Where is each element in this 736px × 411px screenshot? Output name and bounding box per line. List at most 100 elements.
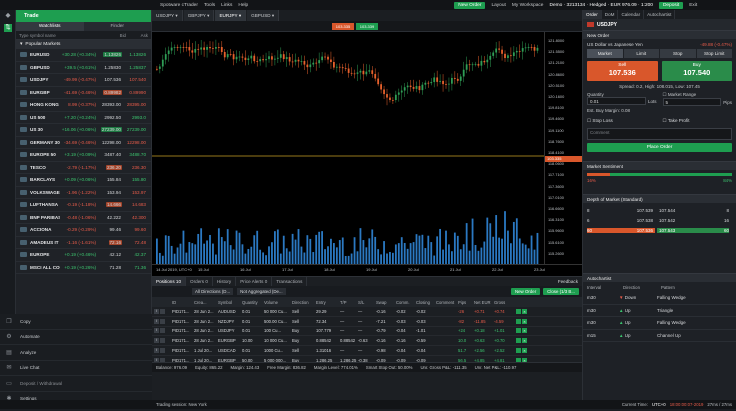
take-profit-toggle[interactable]: ☐ Take Profit <box>663 118 733 124</box>
tab-history[interactable]: History <box>213 276 237 287</box>
direction-filter[interactable]: All Directions (D... <box>192 288 234 295</box>
menu-help[interactable]: Help <box>238 3 248 8</box>
watchlist-row[interactable]: VOLKSWAGEN -1.96 (-1.22%) 153.94 153.97 <box>16 187 151 199</box>
menu-automate[interactable]: ⚙ Automate <box>0 330 152 345</box>
column-header[interactable]: Volume <box>264 300 292 305</box>
chart-tab-gbpjpy[interactable]: GBPJPY ▾ <box>183 10 215 21</box>
price-chart[interactable] <box>152 32 544 264</box>
column-header[interactable]: Gross <box>494 300 514 305</box>
edit-position-icon[interactable] <box>516 318 521 324</box>
market-range-input[interactable]: 5 <box>662 98 722 106</box>
autochartist-row[interactable]: m30 ▲ Up Triangle <box>583 305 736 317</box>
bid-price[interactable]: 2992.50 <box>100 115 122 120</box>
watchlist-row[interactable]: TESCO -2.79 (-1.17%) 236.20 236.30 <box>16 162 151 174</box>
watchlist-row[interactable]: GBPUSD +39.5 (+0.61%) 1.25830 1.25837 <box>16 62 151 74</box>
menu-links[interactable]: Links <box>221 3 232 8</box>
ask-price[interactable]: 2993.0 <box>126 115 148 120</box>
watchlist-row[interactable]: BNP PARIBAS -0.48 (-1.06%) 42.222 42.300 <box>16 212 151 224</box>
watchlist-row[interactable]: HONG KONG 50 8.99 (-0.37%) 28393.00 2839… <box>16 99 151 112</box>
order-type-market[interactable]: Market <box>587 49 623 58</box>
ask-price[interactable]: 28395.00 <box>126 102 148 107</box>
deposit-button[interactable]: Deposit <box>658 1 684 9</box>
ask-price[interactable]: 3488.70 <box>126 152 148 157</box>
ask-price[interactable]: 72.48 <box>126 240 148 245</box>
watchlist-row[interactable]: LUFTHANSA -0.19 (-1.18%) 14.666 14.683 <box>16 199 151 212</box>
new-order-section[interactable]: New Order <box>583 30 736 39</box>
ask-price[interactable]: 236.30 <box>126 165 148 170</box>
sell-button[interactable]: Sell 107.536 <box>587 61 658 81</box>
ask-price[interactable]: 27239.00 <box>126 127 148 132</box>
chart-tab-gbpusd[interactable]: GBPUSD ▾ <box>247 10 280 21</box>
tab-autochartist[interactable]: Autochartist <box>644 10 676 19</box>
edit-icon[interactable] <box>160 308 165 314</box>
symbol-search[interactable]: Type symbol name Bid Ask <box>16 31 151 40</box>
watchlist-row[interactable]: MSCI ALL COUN... +0.19 (+0.26%) 71.28 71… <box>16 262 151 274</box>
tab-dom[interactable]: DoM <box>602 10 619 19</box>
autochartist-row[interactable]: m30 ▲ Up Falling Wedge <box>583 317 736 330</box>
position-row[interactable]: i PID171... 28 Jun 2... AUDUSD 0.01 50 000 Cu… <box>152 307 582 317</box>
menu-copy[interactable]: ❐ Copy <box>0 314 152 330</box>
order-type-limit[interactable]: Limit <box>623 49 659 58</box>
watchlist-row[interactable]: ACCIONA -0.29 (-0.29%) 99.46 99.60 <box>16 224 151 237</box>
ask-price[interactable]: 99.60 <box>126 227 148 232</box>
tab-transactions[interactable]: Transactions <box>272 276 308 287</box>
column-header[interactable]: Net EUR <box>474 300 494 305</box>
exit-button[interactable]: Exit <box>689 3 697 8</box>
position-row[interactable]: i PID171... 28 Jun 2... USDJPY 0.01 100 Cu...… <box>152 326 582 337</box>
ask-price[interactable]: 14.683 <box>126 202 148 207</box>
edit-icon[interactable] <box>160 318 165 324</box>
place-order-button[interactable]: Place Order <box>587 143 732 152</box>
checkbox-icon[interactable]: ☐ <box>663 92 667 97</box>
popular-markets-group[interactable]: ▾ Popular Markets <box>16 40 151 49</box>
bid-price[interactable]: 3487.40 <box>100 152 122 157</box>
close-position-icon[interactable]: × <box>522 338 527 344</box>
bid-price[interactable]: 28393.00 <box>100 102 122 107</box>
watchlist-row[interactable]: US 30 +16.06 (+0.06%) 27239.00 27239.00 <box>16 124 151 137</box>
tab-order[interactable]: Order <box>583 10 602 19</box>
menu-live-chat[interactable]: ✉ Live Chat <box>0 361 152 376</box>
close-position-icon[interactable]: × <box>522 348 527 354</box>
chart-sell-button[interactable]: 103.335 <box>332 23 354 30</box>
bid-price[interactable]: 42.12 <box>100 252 122 257</box>
column-header[interactable]: T/P <box>340 300 358 305</box>
bid-price[interactable]: 12298.00 <box>100 140 122 145</box>
chart-tab-eurjpy[interactable]: EURJPY ▾ <box>215 10 247 21</box>
close-all-button[interactable]: Close (1/3 B... <box>543 288 579 295</box>
close-position-icon[interactable]: × <box>522 308 527 314</box>
edit-icon[interactable] <box>160 328 165 334</box>
layout-button[interactable]: Layout <box>491 3 505 8</box>
ask-price[interactable]: 155.80 <box>126 177 148 182</box>
watchlist-row[interactable]: EURUSD +30.28 (+0.34%) 1.13826 1.13826 <box>16 49 151 62</box>
tab-positions[interactable]: Positions 10 <box>152 276 187 287</box>
menu-analyze[interactable]: ▤ Analyze <box>0 345 152 361</box>
column-header[interactable]: Swap <box>376 300 396 305</box>
bid-price[interactable]: 71.28 <box>100 265 122 270</box>
chart-buy-button[interactable]: 103.339 <box>356 23 378 30</box>
top-new-order-button[interactable]: New Order <box>454 1 486 9</box>
price-axis[interactable]: 121.8000 121.5500 121.2100 120.8600 120.5100… <box>544 32 582 264</box>
watchlist-row[interactable]: BARCLAYS +0.09 (+0.06%) 155.84 155.80 <box>16 174 151 187</box>
column-header[interactable]: ID <box>172 300 194 305</box>
bid-price[interactable]: 72.16 <box>100 239 122 245</box>
order-type-stop[interactable]: Stop <box>660 49 696 58</box>
ask-price[interactable]: 107.540 <box>126 77 148 82</box>
tab-orders[interactable]: Orders 0 <box>186 276 213 287</box>
position-row[interactable]: i PID171... 28 Jun 2... NZDJPY 0.01 500.00 Cu… <box>152 316 582 327</box>
info-icon[interactable]: i <box>154 318 159 324</box>
dom-row[interactable]: 8 107.539 107.544 8 <box>587 205 732 215</box>
tab-price-alerts[interactable]: Price Alerts 0 <box>236 276 273 287</box>
trade-icon[interactable]: ⇅ <box>4 24 12 32</box>
positions-new-order-button[interactable]: New Order <box>510 288 541 295</box>
feedback-link[interactable]: Feedback <box>558 279 582 284</box>
edit-position-icon[interactable] <box>516 338 521 344</box>
account-selector[interactable]: Demo · 3213134 · Hedged · EUR 976.09 · 1… <box>549 3 652 8</box>
column-header[interactable]: S/L <box>358 300 376 305</box>
watchlist-row[interactable]: EUROPE +0.19 (+0.46%) 42.12 42.37 <box>16 249 151 262</box>
dom-section[interactable]: Depth of Market (Standard) <box>583 194 736 203</box>
column-header[interactable]: Comment <box>436 300 458 305</box>
bid-price[interactable]: 107.536 <box>100 77 122 82</box>
symbol-header[interactable]: USDJPY <box>583 19 736 30</box>
info-icon[interactable]: i <box>154 328 159 334</box>
aggregation-filter[interactable]: Not Aggregated (De... <box>237 288 286 295</box>
ask-price[interactable]: 0.89990 <box>126 90 148 95</box>
